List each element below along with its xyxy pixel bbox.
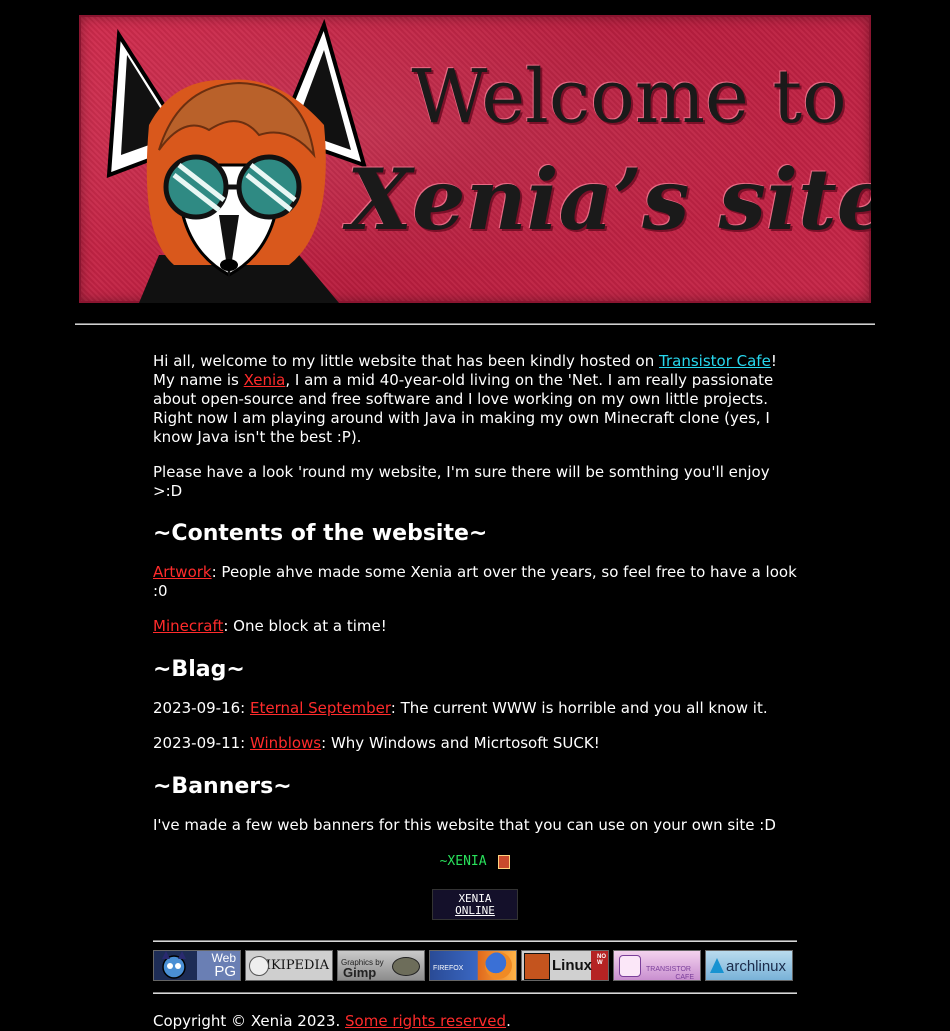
button-text: FIREFOX: [433, 965, 464, 972]
blag-post: 2023-09-16: Eternal September: The curre…: [153, 699, 797, 718]
xenia-88x31-banner[interactable]: ~XENIA: [431, 846, 519, 877]
wikipedia-button[interactable]: WIKIPEDIA: [245, 950, 333, 981]
header-banner: Welcome to Xenia’s site!: [79, 15, 871, 303]
post-date: 2023-09-11:: [153, 734, 250, 752]
web-buttons-row: Web PG WIKIPEDIA Graphics by Gimp FIREFO…: [153, 950, 797, 981]
contents-item-minecraft: Minecraft: One block at a time!: [153, 617, 797, 636]
button-text: NOW: [597, 954, 606, 966]
firefox-logo-icon: [485, 952, 512, 979]
copyright-text: Copyright © Xenia 2023.: [153, 1012, 346, 1030]
copyright-period: .: [506, 1012, 511, 1030]
arch-logo-icon: [710, 958, 724, 973]
post-summary: : Why Windows and Micrtosoft SUCK!: [321, 734, 600, 752]
banner-text: ONLINE: [455, 904, 495, 917]
banners-description: I've made a few web banners for this web…: [153, 816, 776, 834]
header-divider: [75, 323, 875, 325]
webpg-mascot-icon: [162, 951, 186, 979]
banners-heading: ~Banners~: [153, 774, 292, 799]
xenia-fox-portrait: [106, 18, 367, 303]
linux-button[interactable]: Linux NOW: [521, 950, 609, 981]
contents-item-text: : One block at a time!: [223, 617, 387, 635]
buttons-divider-top: [153, 940, 797, 942]
banner-text: ~XENIA: [439, 854, 487, 869]
button-text: archlinux: [726, 958, 787, 975]
intro-second-paragraph: Please have a look 'round my website, I'…: [153, 463, 770, 500]
xenia-link[interactable]: Xenia: [244, 371, 286, 389]
footer-copyright: Copyright © Xenia 2023. Some rights rese…: [153, 1012, 797, 1031]
button-text: Gimp: [343, 965, 377, 980]
blag-heading: ~Blag~: [153, 657, 245, 682]
main-content: Hi all, welcome to my little website tha…: [153, 352, 797, 1031]
firefox-button[interactable]: FIREFOX: [429, 950, 517, 981]
intro-text: Hi all, welcome to my little website tha…: [153, 352, 660, 370]
transistor-cafe-link[interactable]: Transistor Cafe: [659, 352, 771, 370]
transistor-cafe-button[interactable]: TRANSISTOR CAFE: [613, 950, 701, 981]
intro-paragraph: Hi all, welcome to my little website tha…: [153, 352, 797, 447]
coffee-cup-icon: [619, 955, 641, 977]
fox-avatar-icon: [524, 953, 550, 980]
button-text: CAFE: [675, 974, 694, 981]
artwork-link[interactable]: Artwork: [153, 563, 212, 581]
banner-title-line1: Welcome to: [411, 54, 847, 140]
fox-sprite-icon: [498, 854, 511, 869]
post-date: 2023-09-16:: [153, 699, 250, 717]
gimp-button[interactable]: Graphics by Gimp: [337, 950, 425, 981]
gimp-wilber-icon: [392, 957, 420, 976]
button-text: Linux: [552, 957, 592, 974]
button-text: PG: [214, 963, 236, 980]
xenia-online-banner[interactable]: XENIA ONLINE: [432, 889, 518, 920]
contents-heading: ~Contents of the website~: [153, 521, 488, 546]
eternal-september-link[interactable]: Eternal September: [250, 699, 391, 717]
wikipedia-globe-icon: [249, 956, 269, 976]
blag-post: 2023-09-11: Winblows: Why Windows and Mi…: [153, 734, 797, 753]
winblows-link[interactable]: Winblows: [250, 734, 321, 752]
buttons-divider-bottom: [153, 992, 797, 994]
archlinux-button[interactable]: archlinux: [705, 950, 793, 981]
post-summary: : The current WWW is horrible and you al…: [390, 699, 768, 717]
banner-title-line2: Xenia’s site!: [347, 150, 871, 249]
contents-item-text: : People ahve made some Xenia art over t…: [153, 563, 797, 600]
minecraft-link[interactable]: Minecraft: [153, 617, 223, 635]
contents-item-artwork: Artwork: People ahve made some Xenia art…: [153, 563, 797, 601]
rights-reserved-link[interactable]: Some rights reserved: [345, 1012, 506, 1030]
webpg-button[interactable]: Web PG: [153, 950, 241, 981]
